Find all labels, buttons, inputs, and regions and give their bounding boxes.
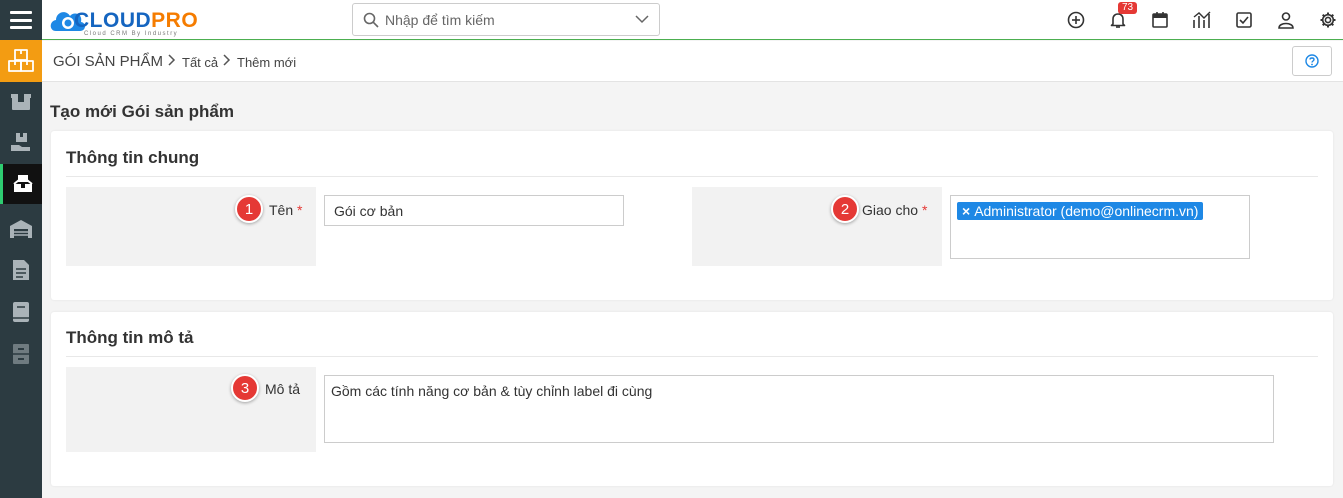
assign-multiselect[interactable]: × Administrator (demo@onlinecrm.vn)	[950, 195, 1250, 259]
step-marker-1: 1	[235, 195, 263, 223]
chart-icon	[1193, 11, 1211, 28]
search-icon	[363, 12, 379, 28]
general-info-card: Thông tin chung 1 Tên * 2 Giao cho * ×Ad…	[51, 131, 1333, 300]
tasks-button[interactable]	[1234, 10, 1254, 30]
rail-item-warehouse[interactable]	[0, 209, 42, 249]
bundle-icon	[12, 175, 33, 192]
rail-item-receiving[interactable]	[0, 122, 42, 162]
top-bar: CLOUDPRO Cloud CRM By Industry 73	[42, 0, 1343, 40]
box-in-hand-icon	[11, 133, 30, 151]
breadcrumb-add-new: Thêm mới	[237, 55, 297, 70]
chevron-right-icon	[168, 54, 176, 69]
chevron-right-icon	[223, 54, 231, 69]
step-marker-3: 3	[231, 374, 259, 402]
description-field-label: Mô tả	[265, 381, 301, 397]
menu-toggle-button[interactable]	[0, 0, 42, 40]
breadcrumb-module[interactable]: GÓI SẢN PHẨM	[53, 53, 163, 70]
assign-field-label: Giao cho *	[862, 202, 928, 218]
rail-item-documents[interactable]	[0, 250, 42, 290]
quick-create-button[interactable]	[1066, 10, 1086, 30]
box-icon	[11, 94, 31, 110]
name-label-cell	[66, 187, 316, 266]
breadcrumb-all[interactable]: Tất cả	[182, 55, 218, 70]
rail-item-bundles[interactable]	[0, 164, 42, 204]
rail-item-products[interactable]	[0, 82, 42, 122]
notification-count-badge: 73	[1118, 2, 1138, 14]
task-check-icon	[1236, 12, 1252, 28]
reports-button[interactable]	[1192, 10, 1212, 30]
cloudpro-logo[interactable]: CLOUDPRO Cloud CRM By Industry	[48, 3, 208, 37]
step-marker-2: 2	[831, 195, 859, 223]
rail-item-catalog[interactable]	[0, 292, 42, 332]
brand-name: CLOUDPRO	[74, 9, 199, 32]
rail-item-packages[interactable]	[0, 40, 42, 82]
user-icon	[1278, 12, 1294, 29]
book-icon	[13, 302, 29, 322]
assignee-chip[interactable]: × Administrator (demo@onlinecrm.vn)	[957, 202, 1204, 220]
remove-chip-icon[interactable]: ×	[962, 203, 970, 219]
chevron-down-icon[interactable]	[635, 14, 649, 24]
left-rail	[0, 0, 42, 498]
document-icon	[13, 260, 29, 280]
calendar-icon	[1152, 12, 1168, 28]
assignee-chip-label: Administrator (demo@onlinecrm.vn)	[974, 203, 1199, 219]
global-search[interactable]	[352, 3, 660, 36]
description-card: Thông tin mô tả 3 Mô tả Gồm các tính năn…	[51, 312, 1333, 486]
calendar-button[interactable]	[1150, 10, 1170, 30]
name-field-label: Tên *	[269, 202, 303, 218]
assign-label-cell	[692, 187, 942, 266]
gear-icon	[1320, 12, 1336, 28]
add-circle-icon	[1067, 11, 1085, 29]
brand-tagline: Cloud CRM By Industry	[84, 31, 179, 37]
name-input[interactable]	[324, 195, 624, 226]
search-input[interactable]	[385, 10, 625, 30]
settings-button[interactable]	[1318, 10, 1338, 30]
user-profile-button[interactable]	[1276, 10, 1296, 30]
help-icon	[1305, 54, 1319, 68]
cabinet-icon	[13, 344, 29, 364]
section-divider	[66, 356, 1318, 357]
breadcrumb: GÓI SẢN PHẨM Tất cả Thêm mới	[42, 41, 1343, 82]
section-divider	[66, 176, 1318, 177]
help-button[interactable]	[1292, 46, 1332, 76]
description-textarea[interactable]: Gồm các tính năng cơ bản & tùy chỉnh lab…	[324, 375, 1274, 443]
section-title-general: Thông tin chung	[66, 148, 200, 167]
rail-item-archive[interactable]	[0, 334, 42, 374]
description-label-cell	[66, 367, 316, 452]
packages-icon	[8, 49, 34, 72]
menu-icon	[10, 11, 32, 29]
warehouse-icon	[10, 220, 32, 238]
section-title-description: Thông tin mô tả	[66, 328, 194, 347]
page-title: Tạo mới Gói sản phẩm	[50, 102, 235, 121]
